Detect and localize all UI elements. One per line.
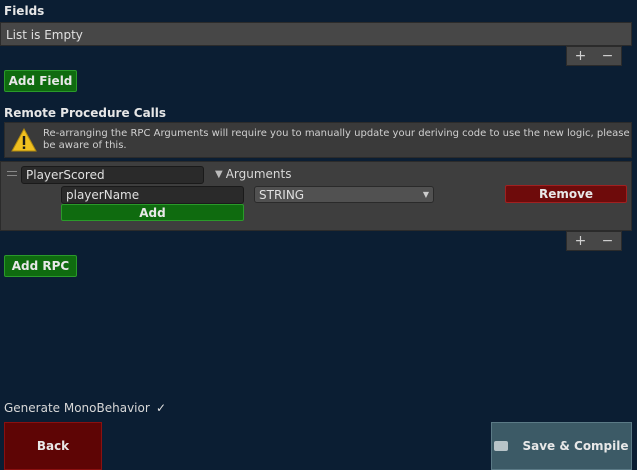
back-button[interactable]: Back bbox=[4, 422, 102, 470]
fields-header: Fields bbox=[4, 4, 45, 18]
fields-plus-minus: + − bbox=[566, 46, 622, 66]
fields-add-item-button[interactable]: + bbox=[575, 49, 587, 63]
warning-icon bbox=[11, 128, 37, 152]
rpc-add-item-button[interactable]: + bbox=[575, 234, 587, 248]
rpc-header: Remote Procedure Calls bbox=[4, 106, 167, 120]
save-compile-button[interactable]: Save & Compile bbox=[491, 422, 632, 470]
rpc-remove-item-button[interactable]: − bbox=[602, 234, 614, 248]
triangle-down-icon: ▼ bbox=[215, 168, 223, 180]
rpc-name-input[interactable]: PlayerScored bbox=[21, 166, 204, 184]
save-compile-label: Save & Compile bbox=[522, 439, 629, 453]
rpc-warning-text: Re-arranging the RPC Arguments will requ… bbox=[43, 128, 630, 151]
add-field-button[interactable]: Add Field bbox=[4, 70, 77, 92]
arguments-foldout[interactable]: ▼ Arguments bbox=[215, 167, 292, 181]
generate-monobehavior-checkbox[interactable]: ✓ bbox=[155, 402, 167, 414]
fields-remove-item-button[interactable]: − bbox=[602, 49, 614, 63]
generate-monobehavior-label: Generate MonoBehavior bbox=[4, 401, 150, 415]
remove-rpc-button[interactable]: Remove bbox=[505, 185, 627, 203]
rpc-plus-minus: + − bbox=[566, 231, 622, 251]
fields-list: List is Empty bbox=[0, 22, 632, 46]
add-rpc-button[interactable]: Add RPC bbox=[4, 255, 77, 277]
arguments-label: Arguments bbox=[225, 167, 292, 181]
drag-handle-icon[interactable] bbox=[7, 171, 17, 176]
save-icon bbox=[494, 441, 509, 451]
argument-name-input[interactable]: playerName bbox=[61, 186, 244, 204]
argument-type-value: STRING bbox=[259, 187, 305, 202]
fields-empty-text: List is Empty bbox=[6, 28, 83, 42]
rpc-list-item: PlayerScored ▼ Arguments playerName STRI… bbox=[0, 161, 632, 231]
argument-type-dropdown[interactable]: STRING ▼ bbox=[254, 186, 434, 203]
dropdown-arrow-icon: ▼ bbox=[422, 190, 429, 199]
rpc-warning-box: Re-arranging the RPC Arguments will requ… bbox=[4, 122, 632, 158]
add-argument-button[interactable]: Add bbox=[61, 204, 244, 221]
checkmark-icon: ✓ bbox=[155, 401, 167, 415]
